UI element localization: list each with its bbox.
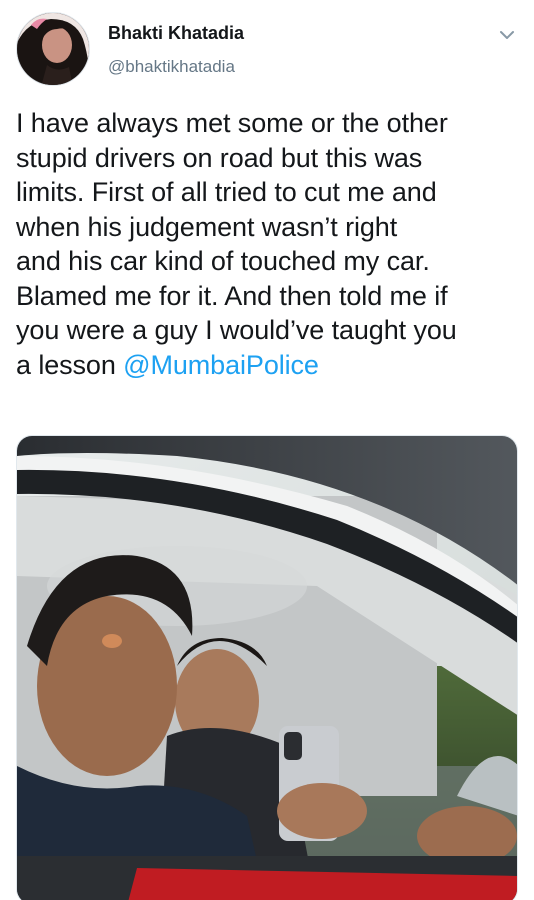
tweet-text-line: and his car kind of touched my car. (16, 246, 430, 276)
tweet-text-line: I have always met some or the other (16, 108, 448, 138)
tweet-text-line: a lesson @MumbaiPolice (16, 348, 516, 383)
display-name[interactable]: Bhakti Khatadia (108, 22, 244, 44)
avatar[interactable] (16, 12, 90, 86)
tweet-text-line: limits. First of all tried to cut me and (16, 177, 437, 207)
tweet-text-line: Blamed me for it. And then told me if (16, 280, 448, 311)
tweet-text: I have always met some or the other stup… (16, 106, 516, 382)
tweet-text-line: stupid drivers on road but this was (16, 142, 423, 173)
author-block: Bhakti Khatadia @bhaktikhatadia (108, 22, 244, 78)
tweet-text-line: when his judgement wasn’t right (16, 211, 398, 242)
tweet-photo[interactable] (16, 435, 518, 900)
mention-link[interactable]: @MumbaiPolice (123, 350, 319, 380)
tweet-text-fragment: a lesson (16, 349, 124, 380)
user-handle[interactable]: @bhaktikhatadia (108, 56, 244, 78)
tweet-card: Bhakti Khatadia @bhaktikhatadia I have a… (0, 0, 534, 900)
tweet-header: Bhakti Khatadia @bhaktikhatadia (16, 12, 518, 88)
chevron-down-icon[interactable] (496, 24, 518, 46)
tweet-text-line: you were a guy I would’ve taught you (16, 315, 457, 345)
